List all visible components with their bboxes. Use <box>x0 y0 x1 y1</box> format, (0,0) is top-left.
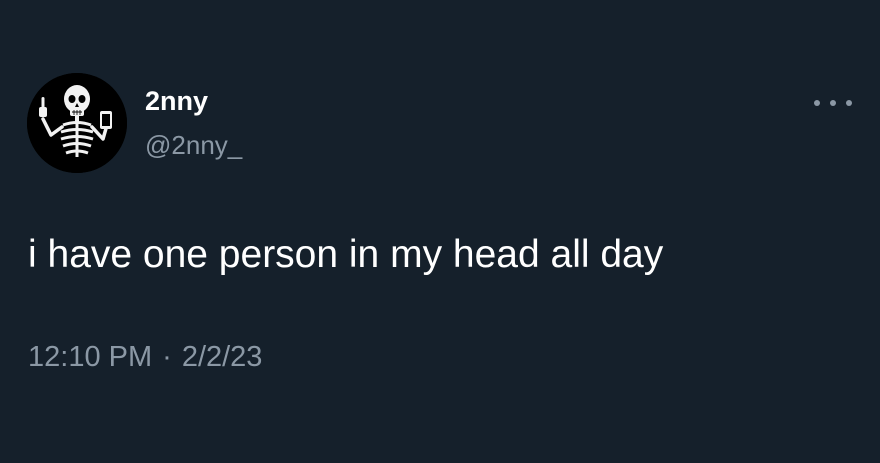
more-options-button[interactable] <box>812 92 854 114</box>
display-name[interactable]: 2nny <box>145 88 208 115</box>
user-handle[interactable]: @2nny_ <box>145 132 242 158</box>
more-options-icon <box>814 100 820 106</box>
tweet-timestamp: 12:10 PM · 2/2/23 <box>28 343 262 372</box>
tweet-text: i have one person in my head all day <box>28 233 664 276</box>
more-options-icon-dot <box>846 100 852 106</box>
tweet-date[interactable]: 2/2/23 <box>182 341 263 373</box>
tweet-card: 2nny @2nny_ i have one person in my head… <box>0 0 880 463</box>
more-options-icon-dot <box>830 100 836 106</box>
meta-separator: · <box>162 341 172 373</box>
avatar[interactable] <box>27 73 127 173</box>
tweet-time[interactable]: 12:10 PM <box>28 341 152 373</box>
skeleton-avatar-icon <box>27 73 127 173</box>
